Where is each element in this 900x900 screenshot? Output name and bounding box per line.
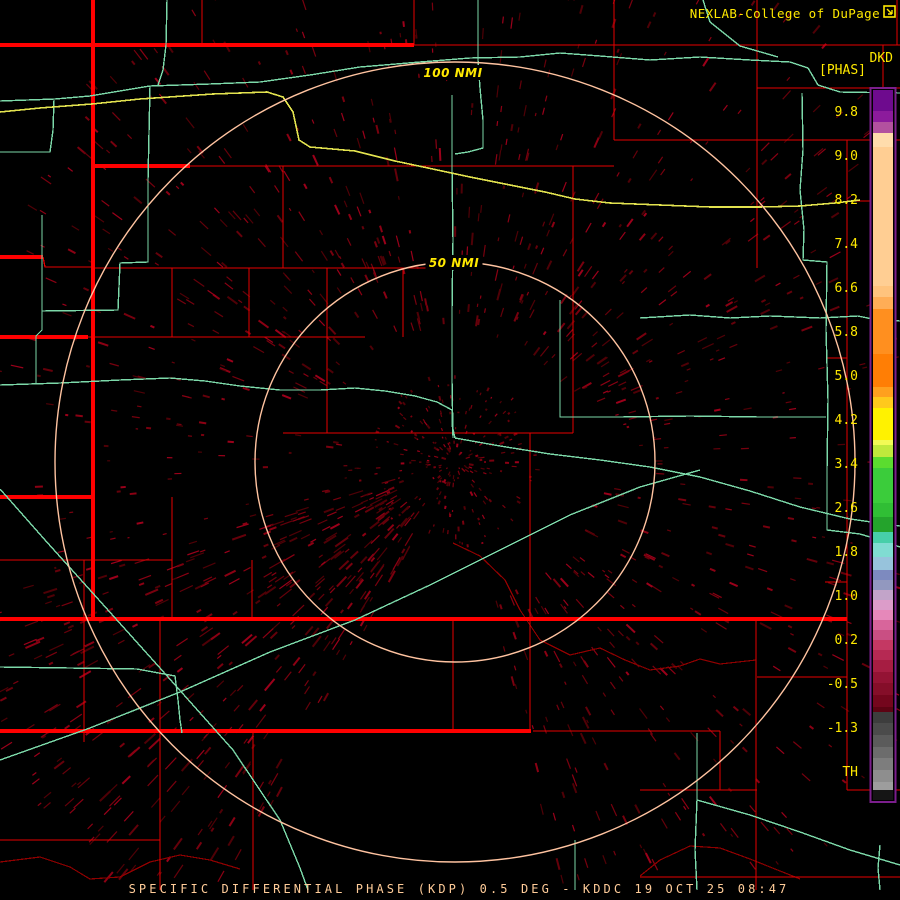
colorbar-tick-label: TH [842,765,858,780]
colorbar [869,87,897,803]
colorbar-tick-label: 0.2 [834,633,858,648]
colorbar-tick-label: -1.3 [826,721,858,736]
pop-out-arrow-icon[interactable] [883,5,896,18]
colorbar-tick-label: 6.6 [834,281,858,296]
product-code-label: DKD [869,51,893,66]
colorbar-tick-label: -0.5 [826,677,858,692]
range-ring-label: 50 NMI [429,256,479,270]
product-units-label: [PHAS] [819,63,866,78]
colorbar-tick-label: 3.4 [834,457,858,472]
colorbar-tick-label: 7.4 [834,237,858,252]
radar-map: 100 NMI 50 NMI [0,0,900,900]
colorbar-tick-label: 9.0 [834,149,858,164]
radar-screen: 100 NMI 50 NMI NEXLAB-College of DuPage D… [0,0,900,900]
brand-header: NEXLAB-College of DuPage [690,6,880,21]
colorbar-tick-label: 1.8 [834,545,858,560]
colorbar-tick-label: 1.0 [834,589,858,604]
colorbar-tick-label: 9.8 [834,105,858,120]
colorbar-tick-label: 2.6 [834,501,858,516]
range-ring-label: 100 NMI [423,66,482,80]
brand-text: NEXLAB-College of DuPage [689,6,880,21]
colorbar-tick-label: 4.2 [834,413,858,428]
colorbar-tick-label: 5.8 [834,325,858,340]
colorbar-tick-label: 5.0 [834,369,858,384]
colorbar-tick-label: 8.2 [834,193,858,208]
caption-text: SPECIFIC DIFFERENTIAL PHASE (KDP) 0.5 DE… [128,882,790,896]
